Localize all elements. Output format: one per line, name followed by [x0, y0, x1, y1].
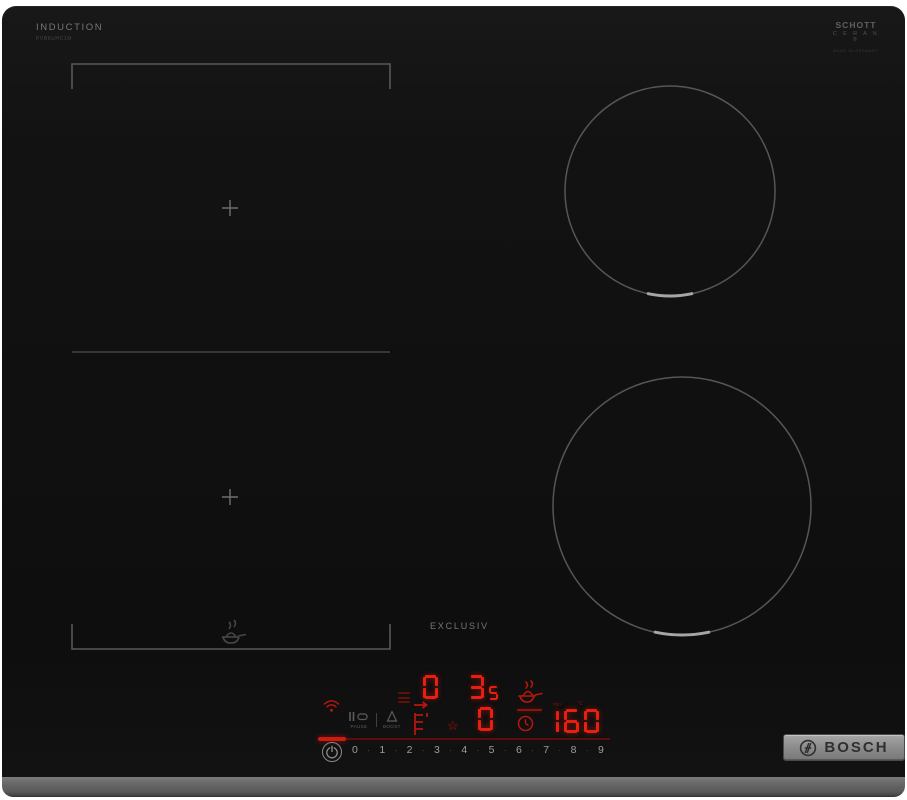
power-level-1[interactable]: 1 [379, 744, 385, 756]
bosch-logo-text: BOSCH [824, 739, 888, 756]
aux-key-divider [376, 713, 377, 727]
power-standby-icon [325, 745, 339, 759]
power-level-separator: · [504, 746, 507, 755]
frying-pan-icon[interactable] [516, 679, 544, 705]
power-level-9[interactable]: 9 [598, 744, 604, 756]
pan-move-indicator-icon [410, 701, 434, 738]
power-level-separator: · [422, 746, 425, 755]
power-level-7[interactable]: 7 [543, 744, 549, 756]
glass-brand-line1: SCHOTT [832, 20, 880, 30]
zone-level-display-b [466, 675, 499, 704]
series-label: EXCLUSIV [430, 621, 489, 631]
power-level-separator: · [449, 746, 452, 755]
power-level-separator: · [586, 746, 589, 755]
model-number: PVB6UHC1M [36, 36, 72, 42]
power-level-5[interactable]: 5 [489, 744, 495, 756]
power-level-separator: · [367, 746, 370, 755]
zone-level-b-half-step [488, 686, 499, 705]
power-level-0[interactable]: 0 [352, 744, 358, 756]
power-button[interactable] [322, 742, 342, 762]
glass-surface [2, 6, 905, 777]
wifi-icon[interactable] [323, 699, 340, 713]
bosch-armature-icon [799, 739, 817, 757]
type-label: INDUCTION [36, 22, 103, 33]
minutes-unit-label: min [553, 702, 561, 708]
zone-level-display-a [420, 675, 440, 699]
menu-lines-icon [398, 692, 410, 703]
glass-brand-mark: SCHOTT C E R A N ® MADE IN GERMANY [832, 20, 880, 53]
power-level-separator: · [477, 746, 480, 755]
front-trim [2, 777, 905, 797]
temperature-display [541, 709, 601, 733]
pause-icon [348, 711, 370, 722]
power-level-4[interactable]: 4 [461, 744, 467, 756]
induction-cooktop: INDUCTION PVB6UHC1M SCHOTT C E R A N ® M… [0, 0, 907, 800]
power-level-8[interactable]: 8 [571, 744, 577, 756]
zone-level-display-c [475, 707, 495, 731]
boost-icon [386, 711, 398, 722]
clock-icon[interactable] [517, 715, 534, 732]
boost-key[interactable]: BOOST [383, 711, 401, 729]
power-slider-active-segment [318, 737, 346, 741]
glass-brand-line2: C E R A N ® [832, 31, 880, 43]
power-level-2[interactable]: 2 [407, 744, 413, 756]
power-level-row: 0 · 1 · 2 · 3 · 4 · 5 · 6 · 7 · 8 · 9 [352, 744, 604, 756]
power-level-6[interactable]: 6 [516, 744, 522, 756]
degrees-unit-label: °C [577, 701, 583, 707]
power-level-separator: · [395, 746, 398, 755]
pause-key[interactable]: PAUSE [348, 711, 370, 729]
aux-key-group: PAUSE BOOST [348, 711, 401, 729]
power-level-separator: · [531, 746, 534, 755]
power-level-separator: · [559, 746, 562, 755]
bosch-logo-badge: BOSCH [783, 734, 905, 761]
glass-brand-line3: MADE IN GERMANY [832, 49, 880, 53]
power-slider-track[interactable] [318, 738, 610, 740]
zone-level-b-main [466, 675, 486, 704]
pause-key-label: PAUSE [351, 724, 368, 729]
boost-key-label: BOOST [383, 724, 401, 729]
star-icon: ☆ [447, 718, 459, 734]
power-level-3[interactable]: 3 [434, 744, 440, 756]
fry-sensor-underline [517, 709, 542, 711]
